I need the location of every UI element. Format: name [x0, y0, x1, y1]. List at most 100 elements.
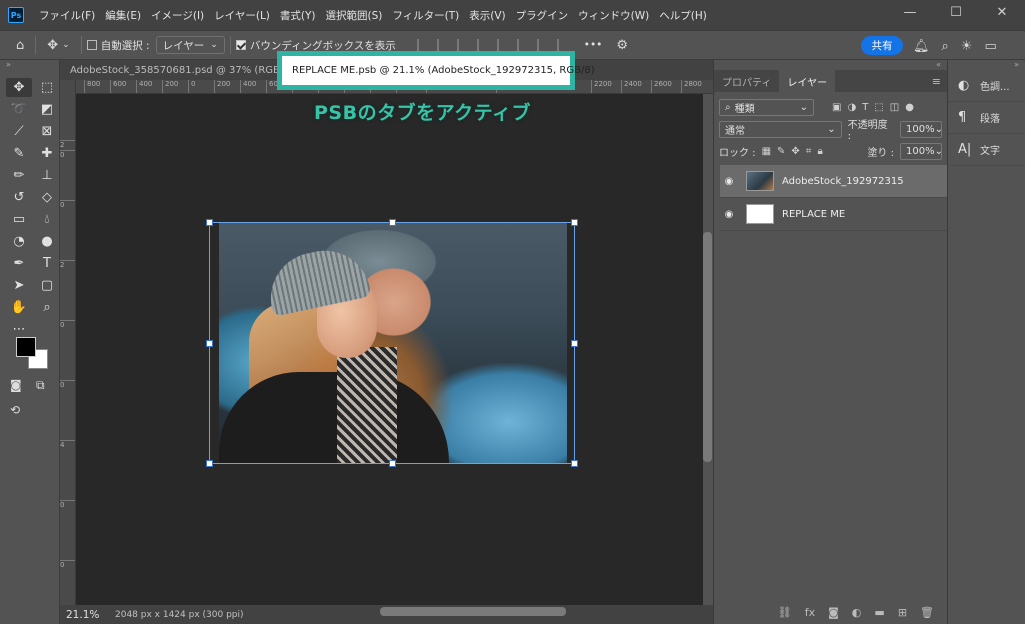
crop-tool-icon[interactable]: ⟋	[6, 122, 32, 141]
lasso-tool-icon[interactable]: ➰	[6, 100, 32, 119]
transform-handle[interactable]	[571, 460, 578, 467]
stamp-tool-icon[interactable]: ⊥	[34, 166, 60, 185]
hand-tool-icon[interactable]: ✋	[6, 298, 32, 317]
align-right-icon[interactable]	[536, 39, 551, 51]
canvas-area[interactable]	[76, 94, 703, 605]
eyedropper-tool-icon[interactable]: ✎	[6, 144, 32, 163]
menu-edit[interactable]: 編集(E)	[100, 8, 146, 23]
align-center-icon[interactable]	[516, 39, 531, 51]
frame-tool-icon[interactable]: ⊠	[34, 122, 60, 141]
align-middle-icon[interactable]	[436, 39, 451, 51]
lock-position-icon[interactable]: ✥	[791, 146, 799, 157]
fill-field[interactable]: 100% ⌄	[900, 142, 943, 160]
filter-kind-dropdown[interactable]: ⌕ 種類 ⌄	[719, 98, 814, 116]
lock-image-icon[interactable]: ✎	[777, 146, 785, 157]
filter-toggle-icon[interactable]: ●	[905, 102, 914, 113]
tab-properties[interactable]: プロパティ	[714, 70, 779, 92]
transform-handle[interactable]	[571, 219, 578, 226]
filter-pixel-icon[interactable]: ▣	[832, 102, 841, 113]
marquee-tool-icon[interactable]: ⬚	[34, 78, 60, 97]
eraser-tool-icon[interactable]: ◇	[34, 188, 60, 207]
quick-mask-icon[interactable]: ◙	[10, 378, 22, 392]
dock-adjustments[interactable]: ◐ 色調...	[948, 70, 1025, 102]
share-button[interactable]: 共有	[861, 36, 903, 55]
pen-tool-icon[interactable]: ✒	[6, 254, 32, 273]
transform-handle[interactable]	[389, 460, 396, 467]
lock-transparent-icon[interactable]: ▦	[762, 146, 771, 157]
maximize-button[interactable]: ☐	[933, 0, 979, 24]
auto-select-checkbox[interactable]	[86, 40, 97, 50]
filter-adjustment-icon[interactable]: ◑	[847, 102, 856, 113]
lock-all-icon[interactable]: 🔒︎	[817, 146, 822, 157]
transform-handle[interactable]	[571, 340, 578, 347]
close-button[interactable]: ✕	[979, 0, 1025, 24]
type-tool-icon[interactable]: T	[34, 254, 60, 273]
filter-shape-icon[interactable]: ⬚	[874, 102, 883, 113]
lock-artboard-icon[interactable]: ⌗	[806, 146, 812, 157]
home-icon[interactable]: ⌂	[16, 38, 24, 53]
menu-layer[interactable]: レイヤー(L)	[209, 8, 275, 23]
tab-layers[interactable]: レイヤー	[779, 70, 836, 92]
lightbulb-icon[interactable]: ☀	[961, 39, 973, 54]
new-group-icon[interactable]: ▬	[874, 606, 884, 619]
eye-icon[interactable]: ◉	[720, 176, 738, 187]
close-icon[interactable]: ×	[607, 65, 615, 76]
layer-style-icon[interactable]: fx	[805, 606, 815, 619]
menu-file[interactable]: ファイル(F)	[34, 8, 100, 23]
horizontal-scrollbar[interactable]	[380, 607, 566, 616]
add-mask-icon[interactable]: ◙	[828, 606, 839, 619]
align-bottom-icon[interactable]	[456, 39, 471, 51]
foreground-color[interactable]	[16, 337, 36, 357]
blend-mode-dropdown[interactable]: 通常 ⌄	[719, 120, 842, 138]
menu-help[interactable]: ヘルプ(H)	[654, 8, 712, 23]
move-tool-icon[interactable]: ✥	[6, 78, 32, 97]
rectangle-tool-icon[interactable]: ▢	[34, 276, 60, 295]
trash-icon[interactable]: 🗑︎	[920, 606, 934, 619]
brush-tool-icon[interactable]: ✏	[6, 166, 32, 185]
zoom-level[interactable]: 21.1%	[60, 609, 105, 621]
workspace-icon[interactable]: ▭	[984, 39, 996, 54]
transform-handle[interactable]	[389, 219, 396, 226]
panel-grip[interactable]: «	[714, 60, 947, 70]
auto-select-target-dropdown[interactable]: レイヤー ⌄	[155, 36, 225, 54]
dock-paragraph[interactable]: ¶ 段落	[948, 102, 1025, 134]
transform-bounding-box[interactable]	[206, 219, 578, 467]
menu-plugins[interactable]: プラグイン	[511, 8, 574, 23]
more-options-button[interactable]: •••	[584, 39, 603, 51]
menu-window[interactable]: ウィンドウ(W)	[573, 8, 654, 23]
opacity-field[interactable]: 100% ⌄	[900, 120, 943, 138]
eye-icon[interactable]: ◉	[720, 209, 738, 220]
dodge-tool-icon[interactable]: ◔	[6, 232, 32, 251]
object-select-tool-icon[interactable]: ◩	[34, 100, 60, 119]
panel-grip[interactable]: »	[0, 60, 59, 78]
layer-row-replace-me[interactable]: ◉ REPLACE ME	[720, 198, 948, 231]
adjustment-layer-icon[interactable]: ◐	[852, 606, 862, 619]
healing-brush-icon[interactable]: ✚	[34, 144, 60, 163]
transform-handle[interactable]	[206, 219, 213, 226]
content-aware-icon[interactable]: ⟲	[10, 403, 20, 417]
menu-select[interactable]: 選択範囲(S)	[321, 8, 388, 23]
filter-smart-object-icon[interactable]: ◫	[890, 102, 899, 113]
new-layer-icon[interactable]: ⊞	[898, 606, 907, 619]
menu-view[interactable]: 表示(V)	[464, 8, 510, 23]
panel-grip[interactable]: »	[948, 60, 1025, 70]
path-select-tool-icon[interactable]: ➤	[6, 276, 32, 295]
search-icon[interactable]: ⌕	[942, 39, 949, 54]
bell-icon[interactable]: 🔔︎	[913, 39, 930, 54]
screen-mode-icon[interactable]: ⧉	[36, 378, 45, 393]
transform-handle[interactable]	[206, 460, 213, 467]
distribute-icon[interactable]	[476, 39, 491, 51]
distribute-horizontal-icon[interactable]	[556, 39, 571, 51]
sponge-tool-icon[interactable]: ●	[34, 232, 60, 251]
chevron-down-icon[interactable]: ⌄	[62, 40, 70, 50]
history-brush-icon[interactable]: ↺	[6, 188, 32, 207]
link-layers-icon[interactable]: ⛓︎	[778, 606, 792, 619]
tab-active-document[interactable]: REPLACE ME.psb @ 21.1% (AdobeStock_19297…	[277, 51, 615, 90]
move-tool-icon[interactable]: ✥	[47, 38, 58, 53]
bounding-box-checkbox[interactable]	[235, 40, 246, 50]
menu-image[interactable]: イメージ(I)	[146, 8, 209, 23]
layer-row-photo[interactable]: ◉ AdobeStock_192972315	[720, 165, 948, 198]
dock-character[interactable]: A| 文字	[948, 134, 1025, 166]
vertical-scrollbar[interactable]	[703, 232, 712, 462]
gear-icon[interactable]: ⚙	[616, 38, 628, 53]
